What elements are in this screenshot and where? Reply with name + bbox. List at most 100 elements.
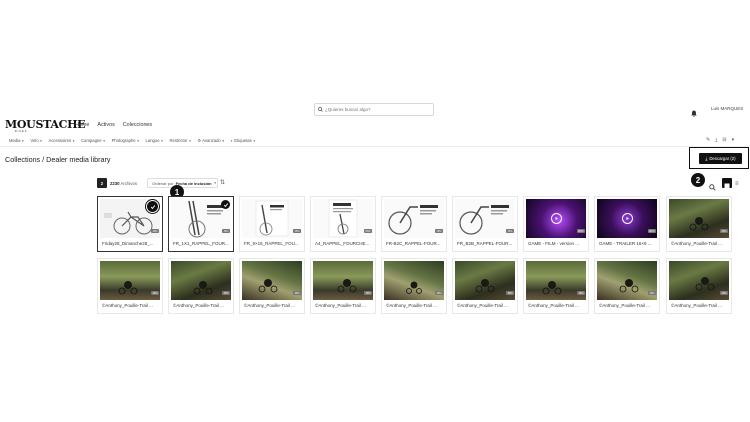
header-tools: ✎ ⤓ ⊟ ▾ (706, 137, 734, 143)
download-button-label: Descargar (2) (709, 156, 736, 161)
asset-card[interactable]: JPG FR_B2B_RAPPEL-FOUR... (452, 196, 518, 252)
step-marker-2: 2 (691, 173, 705, 187)
file-type-badge: PDF (363, 229, 372, 233)
search-input[interactable] (323, 107, 425, 112)
file-type-badge: JPG (292, 229, 301, 233)
asset-name: ©Anthony_Pouille-Trail ... (671, 241, 722, 246)
asset-name: ©Anthony_Pouille-Trail ... (315, 303, 366, 308)
file-count-number: 2230 (110, 181, 120, 186)
file-type-badge: JPG (647, 291, 656, 295)
filter-label: Langue (145, 138, 160, 143)
asset-name: ©Anthony_Pouille-Trail ... (173, 303, 224, 308)
file-type-badge: JPG (363, 291, 372, 295)
asset-card[interactable]: JPG ©Anthony_Pouille-Trail ... (168, 258, 234, 314)
breadcrumb-current: Dealer media library (46, 155, 111, 164)
asset-card[interactable]: JPG ©Anthony_Pouille-Trail ... (666, 258, 732, 314)
asset-card[interactable]: JPG Friday28_Dimanche28_... (97, 196, 163, 252)
asset-name: ©Anthony_Pouille-Trail ... (528, 303, 579, 308)
caret-down-icon: ▼ (136, 138, 140, 143)
nav-home[interactable]: Home (75, 122, 89, 128)
asset-name: FR_B2B_RAPPEL-FOUR... (457, 241, 513, 246)
sort-prefix: Ordenar por (152, 180, 174, 186)
filter-label: Photographe (111, 138, 136, 143)
sort-select[interactable]: Ordenar por Fecha de inclusión ▼ (147, 178, 218, 188)
asset-card[interactable]: JPG ©Anthony_Pouille-Trail ... (666, 196, 732, 252)
asset-name: GAME - TRAILER 16×9 ... (599, 241, 652, 246)
asset-card[interactable]: PDF A4_RAPPEL_FOURCHE... (310, 196, 376, 252)
filter-label: Velo (30, 138, 39, 143)
caret-down-icon: ▼ (213, 181, 217, 185)
file-type-badge: JPG (150, 291, 159, 295)
file-type-badge: MP4 (647, 229, 656, 233)
notification-bell-icon[interactable] (691, 104, 697, 122)
file-type-badge: JPG (434, 229, 443, 233)
divider (0, 146, 750, 147)
asset-card[interactable]: JPG FR_1X1_RAPPEL_FOUR... (168, 196, 234, 252)
sort-direction-icon[interactable]: ⇅ (220, 179, 225, 186)
nav-activos[interactable]: Activos (97, 122, 114, 128)
filter-label: Restrictor (169, 138, 188, 143)
filter-label: Campagne (81, 138, 102, 143)
asset-name: FR_9×16_RAPPEL_FOU... (244, 241, 299, 246)
basket-icon[interactable]: ⊟ (722, 137, 726, 143)
asset-name: ©Anthony_Pouille-Trail ... (599, 303, 650, 308)
file-type-badge: JPG (221, 291, 230, 295)
caret-down-icon: ▼ (188, 138, 192, 143)
file-type-badge: JPG (434, 291, 443, 295)
filter-campagne[interactable]: Campagne ▼ (81, 138, 105, 143)
more-caret-icon[interactable]: ▾ (732, 137, 735, 143)
filter-avanzado[interactable]: ⚙ Avanzado ▼ (197, 138, 224, 143)
asset-card[interactable]: JPG ©Anthony_Pouille-Trail ... (310, 258, 376, 314)
asset-name: ©Anthony_Pouille-Trail ... (102, 303, 153, 308)
filter-accessoires[interactable]: Accessoires ▼ (49, 138, 76, 143)
edit-icon[interactable]: ✎ (706, 137, 710, 143)
asset-card[interactable]: MP4 GAME - FILM - version ... (523, 196, 589, 252)
main-nav: Home Activos Colecciones (75, 122, 152, 128)
asset-card[interactable]: JPG FR-B2C_RAPPEL-FOUR... (381, 196, 447, 252)
brand-logo-subtitle: BIKES (15, 130, 28, 133)
asset-card[interactable]: JPG ©Anthony_Pouille-Trail ... (381, 258, 447, 314)
play-icon[interactable] (621, 213, 633, 224)
asset-name: ©Anthony_Pouille-Trail ... (244, 303, 295, 308)
selected-check-icon[interactable] (221, 200, 230, 209)
filter-restrictor[interactable]: Restrictor ▼ (170, 138, 192, 143)
play-icon[interactable] (550, 213, 562, 224)
user-menu[interactable]: Luis MARQUES (711, 106, 743, 111)
list-view-icon[interactable]: ≡ (735, 181, 739, 187)
caret-down-icon: ▼ (221, 138, 225, 143)
nav-colecciones[interactable]: Colecciones (123, 122, 152, 128)
asset-name: FR_1X1_RAPPEL_FOUR... (173, 241, 229, 246)
filter-photographe[interactable]: Photographe ▼ (112, 138, 140, 143)
asset-card[interactable]: JPG ©Anthony_Pouille-Trail ... (97, 258, 163, 314)
file-type-badge: JPG (150, 229, 159, 233)
file-type-badge: JPG (505, 291, 514, 295)
download-icon[interactable]: ⤓ (715, 137, 717, 143)
download-button[interactable]: ⤓ Descargar (2) (699, 153, 742, 164)
asset-card[interactable]: MP4 GAME - TRAILER 16×9 ... (594, 196, 660, 252)
sort-value: Fecha de inclusión (175, 180, 212, 186)
search-bar[interactable] (314, 103, 434, 116)
tag-icon: ◐ (230, 138, 234, 143)
file-count: 2230 Archivos (110, 181, 137, 186)
asset-card[interactable]: JPG ©Anthony_Pouille-Trail ... (594, 258, 660, 314)
selected-count-badge[interactable]: 2 (97, 178, 107, 188)
file-type-badge: MP4 (576, 229, 585, 233)
selected-check-icon[interactable] (145, 199, 160, 214)
page-title: Collections / Dealer media library (5, 155, 110, 164)
filter-etiquetas[interactable]: ◐ Etiquetas ▼ (231, 138, 256, 143)
filter-langue[interactable]: Langue ▼ (146, 138, 164, 143)
asset-card[interactable]: JPG ©Anthony_Pouille-Trail ... (452, 258, 518, 314)
filter-media[interactable]: Media ▼ (9, 138, 24, 143)
asset-name: Friday28_Dimanche28_... (102, 241, 154, 246)
caret-down-icon: ▼ (160, 138, 164, 143)
asset-card[interactable]: JPG ©Anthony_Pouille-Trail ... (523, 258, 589, 314)
breadcrumb-root[interactable]: Collections (5, 155, 40, 164)
grid-view-icon[interactable] (722, 178, 732, 189)
zoom-icon[interactable] (709, 178, 716, 196)
filter-velo[interactable]: Velo ▼ (30, 138, 42, 143)
asset-card[interactable]: JPG ©Anthony_Pouille-Trail ... (239, 258, 305, 314)
asset-card[interactable]: JPG FR_9×16_RAPPEL_FOU... (239, 196, 305, 252)
file-type-badge: JPG (505, 229, 514, 233)
caret-down-icon: ▼ (72, 138, 76, 143)
asset-name: GAME - FILM - version ... (528, 241, 580, 246)
